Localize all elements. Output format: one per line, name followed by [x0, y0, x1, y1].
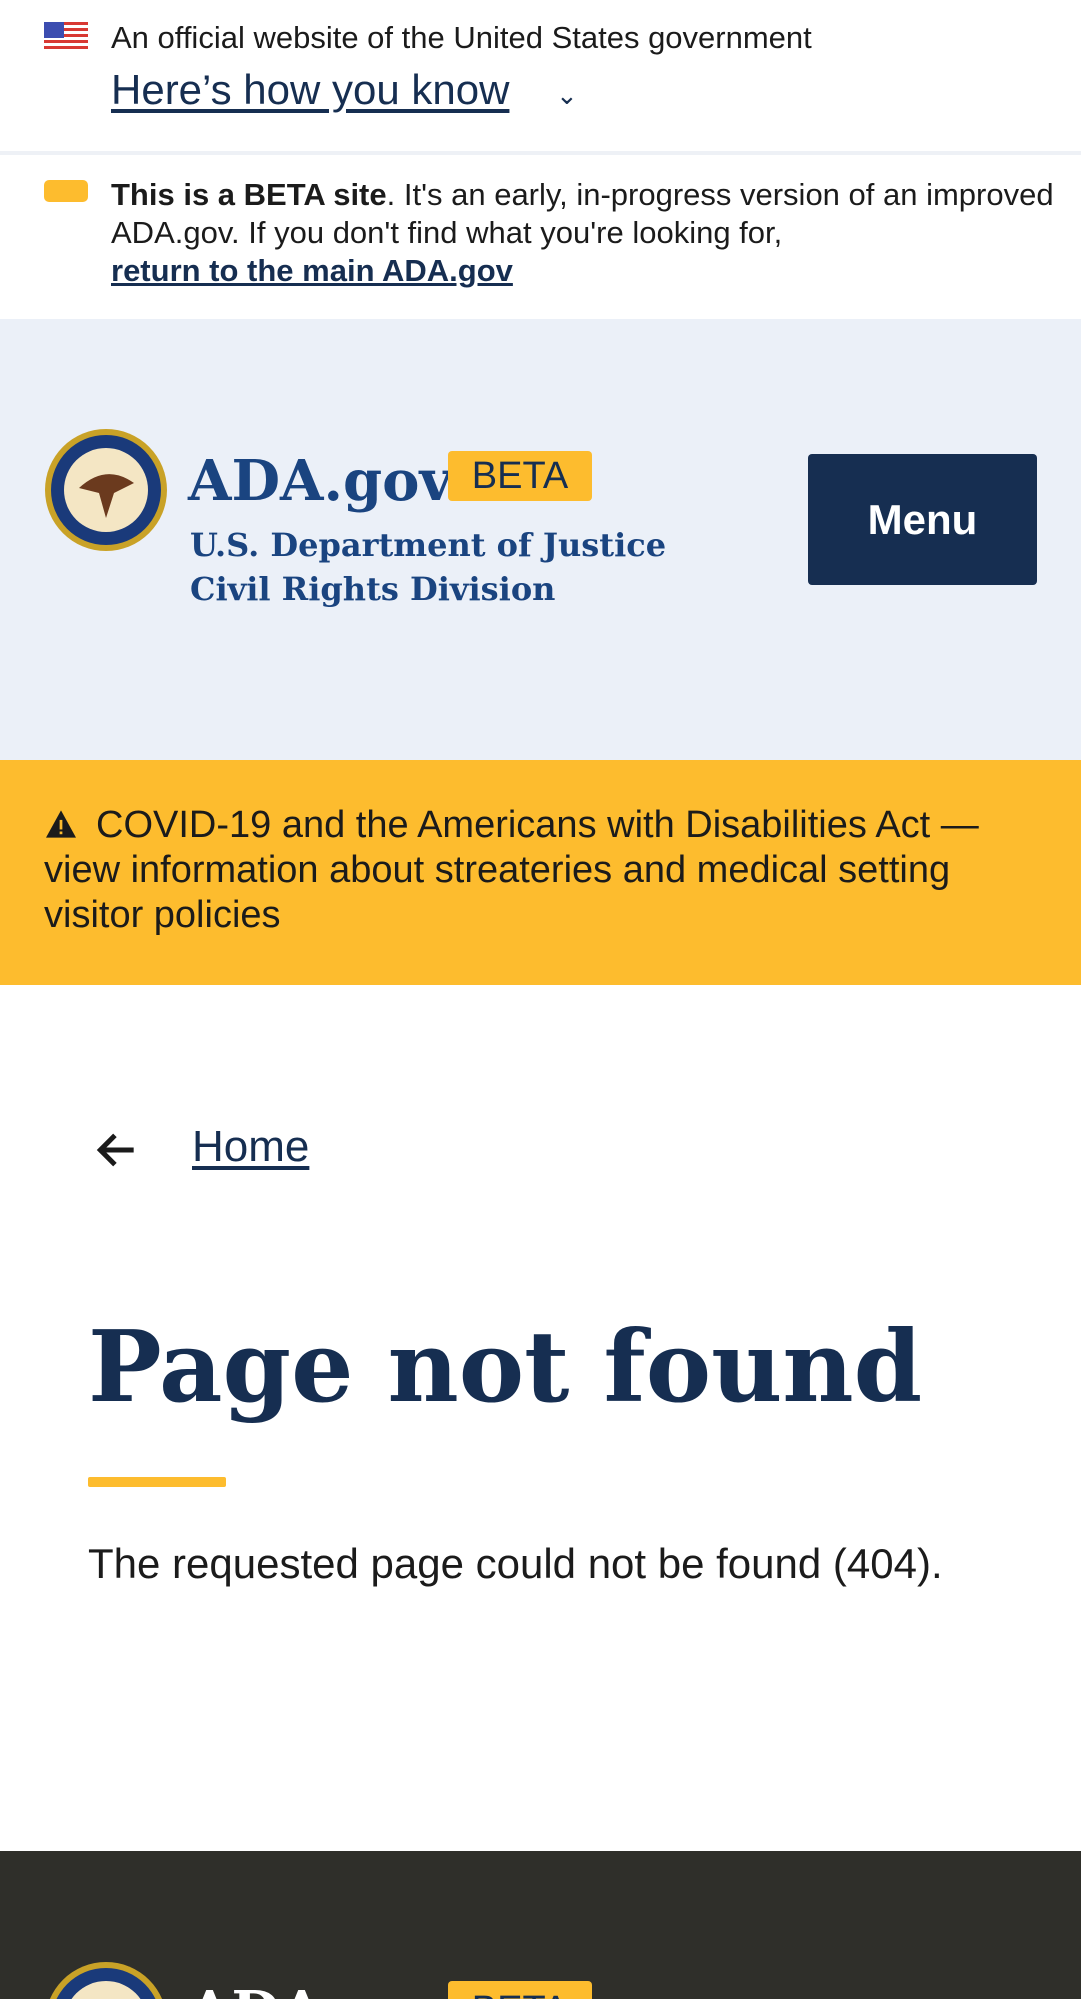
- heres-how-you-know-link[interactable]: Here’s how you know: [111, 66, 509, 114]
- dept-line1: U.S. Department of Justice: [190, 526, 667, 564]
- beta-badge: BETA: [448, 451, 592, 501]
- warning-icon: [46, 810, 76, 838]
- gov-banner-text: An official website of the United States…: [111, 20, 812, 55]
- doj-seal-logo[interactable]: [44, 428, 168, 552]
- footer-beta-badge: BETA: [448, 1981, 592, 1999]
- chevron-down-icon[interactable]: ⌄: [556, 80, 578, 111]
- footer-site-name[interactable]: ADA.gov: [188, 1979, 452, 1999]
- return-main-link[interactable]: return to the main ADA.gov: [111, 253, 513, 288]
- beta-bold: This is a BETA site: [111, 177, 387, 212]
- gov-banner: An official website of the United States…: [0, 0, 1081, 155]
- error-message: The requested page could not be found (4…: [88, 1540, 943, 1587]
- department-name: U.S. Department of Justice Civil Rights D…: [190, 523, 666, 611]
- alert-text[interactable]: COVID-19 and the Americans with Disabili…: [44, 804, 979, 936]
- doj-seal-logo[interactable]: [44, 1961, 168, 1999]
- beta-text: This is a BETA site. It's an early, in-p…: [111, 176, 1071, 290]
- page-title: Page not found: [88, 1310, 923, 1425]
- beta-indicator-icon: [44, 180, 88, 202]
- title-underline: [88, 1477, 226, 1487]
- site-name[interactable]: ADA.gov: [188, 448, 452, 514]
- dept-line2: Civil Rights Division: [190, 570, 556, 608]
- arrow-left-icon: [96, 1133, 134, 1167]
- alert-message[interactable]: COVID-19 and the Americans with Disabili…: [44, 803, 1044, 938]
- beta-banner: This is a BETA site. It's an early, in-p…: [0, 159, 1081, 319]
- us-flag-icon: [44, 22, 88, 52]
- menu-button[interactable]: Menu: [808, 454, 1037, 585]
- site-footer: ADA.gov BETA: [0, 1851, 1081, 1999]
- breadcrumb-home-link[interactable]: Home: [192, 1122, 309, 1172]
